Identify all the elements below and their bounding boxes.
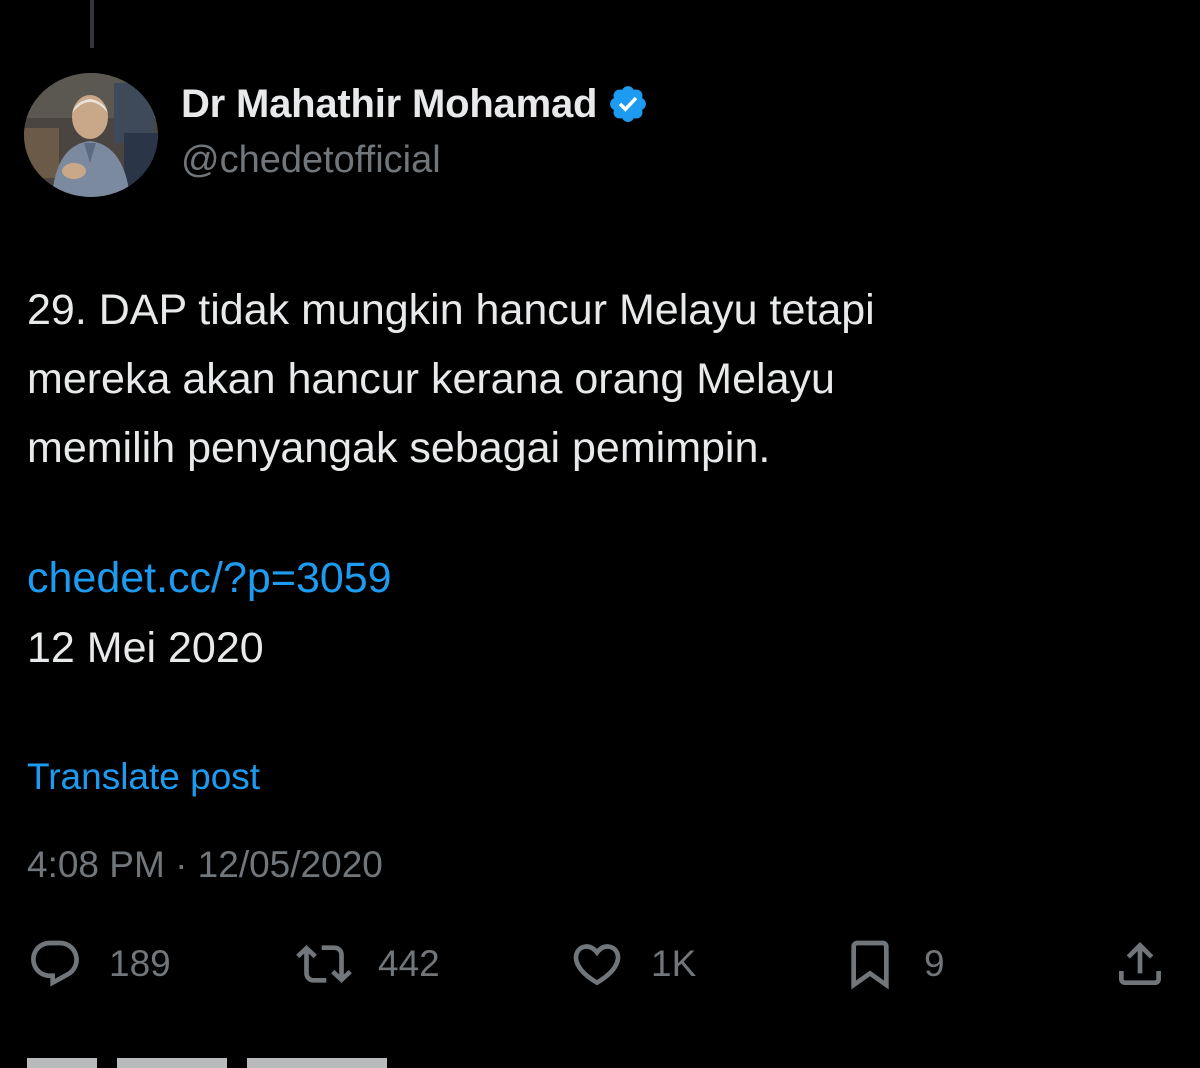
heart-icon: [573, 944, 621, 986]
author-names: Dr Mahathir Mohamad @chedetofficial: [181, 78, 649, 186]
tweet-date-line: 12 Mei 2020: [27, 624, 264, 672]
translate-post-button[interactable]: Translate post: [27, 752, 260, 802]
tweet-body-text: 29. DAP tidak mungkin hancur Melayu teta…: [27, 286, 875, 472]
bookmark-button[interactable]: 9: [842, 934, 945, 994]
tweet-timestamp[interactable]: 4:08 PM · 12/05/2020: [27, 840, 383, 890]
repost-icon: [296, 945, 352, 983]
tweet-header: Dr Mahathir Mohamad @chedetofficial: [24, 73, 649, 197]
reply-count: 189: [109, 943, 171, 984]
repost-button[interactable]: 442: [296, 934, 440, 994]
tweet-link[interactable]: chedet.cc/?p=3059: [27, 548, 392, 608]
share-icon: [1119, 942, 1161, 985]
bookmark-count: 9: [924, 943, 945, 984]
reply-button[interactable]: 189: [27, 934, 171, 994]
verified-badge-icon[interactable]: [607, 83, 649, 125]
thread-connector-line: [90, 0, 94, 48]
bookmark-icon: [851, 940, 889, 990]
like-button[interactable]: 1K: [569, 934, 696, 994]
author-handle[interactable]: @chedetofficial: [181, 134, 649, 186]
display-name-row: Dr Mahathir Mohamad: [181, 78, 649, 130]
author-display-name[interactable]: Dr Mahathir Mohamad: [181, 78, 597, 130]
repost-count: 442: [378, 943, 440, 984]
share-button[interactable]: [1112, 934, 1168, 994]
like-count: 1K: [651, 943, 697, 984]
reply-icon: [31, 940, 79, 987]
avatar[interactable]: [24, 73, 158, 197]
next-section-header-partial: [0, 1058, 1200, 1068]
tweet-actions-bar: 189 442 1K 9: [0, 934, 1200, 994]
